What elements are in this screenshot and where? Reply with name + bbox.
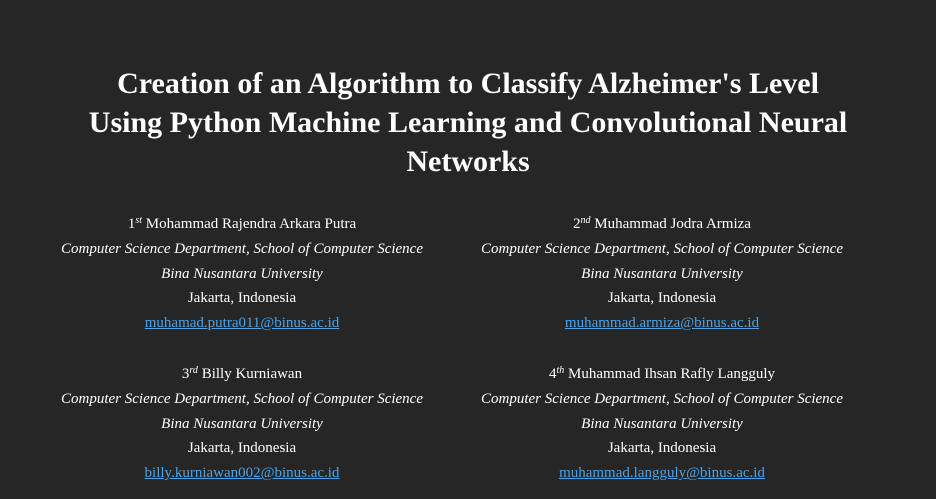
author-department: Computer Science Department, School of C… (61, 240, 423, 257)
author-email-link[interactable]: muhammad.armiza@binus.ac.id (565, 315, 759, 331)
author-name-text: Mohammad Rajendra Arkara Putra (145, 216, 357, 232)
author-name-text: Billy Kurniawan (201, 366, 303, 382)
author-email-link[interactable]: billy.kurniawan002@binus.ac.id (145, 465, 340, 481)
author-name: 3rd Billy Kurniawan (22, 362, 462, 387)
author-ordinal-suffix: th (556, 365, 565, 376)
author-email-link[interactable]: muhamad.putra011@binus.ac.id (145, 315, 339, 331)
author-block-1: 1st Mohammad Rajendra Arkara Putra Compu… (22, 212, 462, 336)
author-university: Bina Nusantara University (581, 415, 743, 432)
author-block-2: 2nd Muhammad Jodra Armiza Computer Scien… (442, 212, 882, 336)
title-line-2: Using Python Machine Learning and Convol… (88, 106, 848, 139)
author-email-link[interactable]: muhammad.langguly@binus.ac.id (559, 465, 765, 481)
title-line-1: Creation of an Algorithm to Classify Alz… (117, 67, 819, 100)
author-name: 2nd Muhammad Jodra Armiza (442, 212, 882, 237)
author-department: Computer Science Department, School of C… (61, 390, 423, 407)
author-location: Jakarta, Indonesia (607, 290, 717, 307)
author-department: Computer Science Department, School of C… (481, 390, 843, 407)
paper-title: Creation of an Algorithm to Classify Alz… (40, 64, 896, 181)
title-line-3: Networks (406, 145, 530, 178)
author-department: Computer Science Department, School of C… (481, 240, 843, 257)
author-ordinal-suffix: nd (580, 215, 591, 226)
author-name: 4th Muhammad Ihsan Rafly Langguly (442, 362, 882, 387)
author-location: Jakarta, Indonesia (607, 440, 717, 457)
author-university: Bina Nusantara University (161, 265, 323, 282)
author-location: Jakarta, Indonesia (187, 440, 297, 457)
author-ordinal: 2 (573, 216, 581, 232)
author-location: Jakarta, Indonesia (187, 290, 297, 307)
author-university: Bina Nusantara University (581, 265, 743, 282)
author-name-text: Muhammad Jodra Armiza (594, 216, 751, 232)
author-university: Bina Nusantara University (161, 415, 323, 432)
author-ordinal-suffix: rd (189, 365, 198, 376)
author-block-4: 4th Muhammad Ihsan Rafly Langguly Comput… (442, 362, 882, 486)
author-name-text: Muhammad Ihsan Rafly Langguly (567, 366, 776, 382)
author-ordinal-suffix: st (135, 215, 143, 226)
author-block-3: 3rd Billy Kurniawan Computer Science Dep… (22, 362, 462, 486)
author-name: 1st Mohammad Rajendra Arkara Putra (22, 212, 462, 237)
